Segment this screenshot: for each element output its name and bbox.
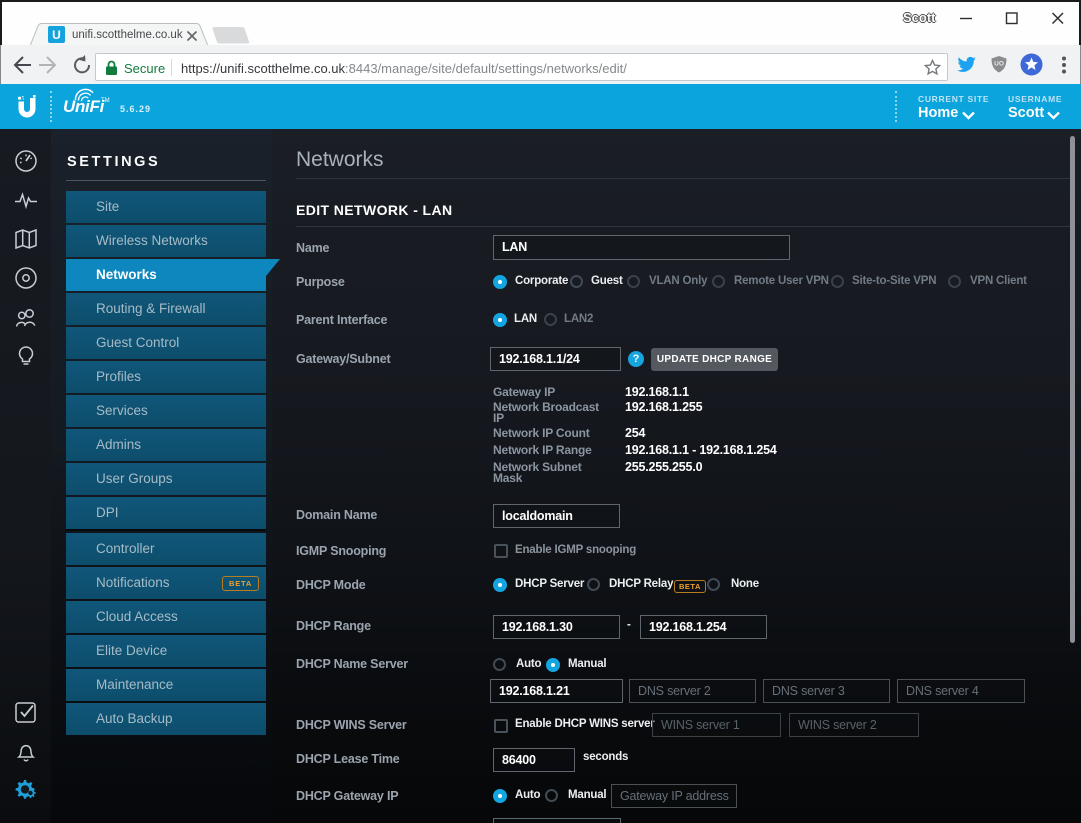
svg-text:UO: UO <box>994 61 1004 68</box>
svg-text:U: U <box>52 28 61 42</box>
